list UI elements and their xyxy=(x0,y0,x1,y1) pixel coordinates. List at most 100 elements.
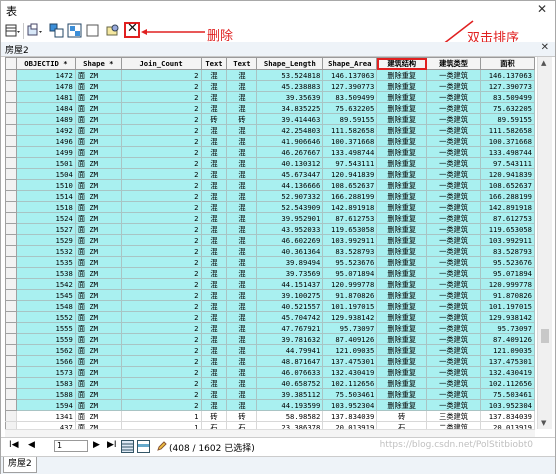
row-selector[interactable] xyxy=(5,245,17,257)
row-selector[interactable] xyxy=(5,234,17,246)
table-row[interactable]: 1555 面 ZM 2 混混 47.767921 95.73097 删除重复 一类建筑 95.7… xyxy=(5,322,535,334)
row-selector[interactable] xyxy=(5,278,17,290)
row-selector[interactable] xyxy=(5,377,17,389)
table-row[interactable]: 1552 面 ZM 2 混混 45.704742 129.938142 删除重复 一类建筑 12… xyxy=(5,311,535,323)
row-selector[interactable] xyxy=(5,190,17,202)
select-by-attributes-icon[interactable] xyxy=(49,23,65,39)
table-row[interactable]: 1510 面 ZM 2 混混 44.136666 108.652637 删除重复 一类建筑 10… xyxy=(5,179,535,191)
table-row[interactable]: 1514 面 ZM 2 混混 52.907332 166.288199 删除重复 一类建筑 16… xyxy=(5,190,535,202)
row-selector[interactable] xyxy=(5,113,17,125)
row-selector[interactable] xyxy=(5,168,17,180)
row-selector[interactable] xyxy=(5,333,17,345)
row-selector[interactable] xyxy=(5,267,17,279)
row-selector[interactable] xyxy=(5,388,17,400)
show-all-records-icon[interactable] xyxy=(121,440,134,453)
row-selector[interactable] xyxy=(5,135,17,147)
delete-selected-button[interactable]: ✕ xyxy=(124,21,140,38)
column-header[interactable]: Shape_Area xyxy=(322,57,378,70)
vertical-scrollbar[interactable]: ▲ ▼ xyxy=(537,57,552,429)
bottom-tab-houses2[interactable]: 房屋2 xyxy=(3,457,37,473)
switch-selection-icon[interactable] xyxy=(67,23,83,39)
table-row[interactable]: 1588 面 ZM 2 混混 39.385112 75.503461 删除重复 一类建筑 75.… xyxy=(5,388,535,400)
column-header[interactable]: Text xyxy=(200,57,228,70)
column-header[interactable]: 面积 xyxy=(479,57,535,70)
table-cell: 2 xyxy=(121,333,202,345)
row-selector[interactable] xyxy=(5,355,17,367)
table-row[interactable]: 1499 面 ZM 2 混混 46.267667 133.498744 删除重复 一类建筑 13… xyxy=(5,146,535,158)
table-row[interactable]: 1529 面 ZM 2 混混 46.602269 103.992911 删除重复 一类建筑 10… xyxy=(5,234,535,246)
row-selector[interactable] xyxy=(5,289,17,301)
table-row[interactable]: 1548 面 ZM 2 混混 40.521557 101.197015 删除重复 一类建筑 10… xyxy=(5,300,535,312)
table-row[interactable]: 1594 面 ZM 2 混混 44.193599 103.952304 删除重复 一类建筑 10… xyxy=(5,399,535,411)
table-row[interactable]: 437 面 ZM 1 石石 23.386378 20.013919 石二类建筑 20.0139… xyxy=(5,421,535,429)
column-header[interactable]: 建筑类型 xyxy=(426,57,481,70)
scroll-down-icon[interactable]: ▼ xyxy=(541,419,546,427)
row-selector[interactable] xyxy=(5,300,17,312)
row-selector[interactable] xyxy=(5,311,17,323)
last-record-icon[interactable]: ▶I xyxy=(107,440,117,453)
row-selector[interactable] xyxy=(5,179,17,191)
table-row[interactable]: 1535 面 ZM 2 混混 39.89494 95.523676 删除重复 一类建筑 95.5… xyxy=(5,256,535,268)
table-row[interactable]: 1566 面 ZM 2 混混 48.871647 137.475301 删除重复 一类建筑 13… xyxy=(5,355,535,367)
row-selector[interactable] xyxy=(5,157,17,169)
table-row[interactable]: 1559 面 ZM 2 混混 39.781632 87.409126 删除重复 一类建筑 87.… xyxy=(5,333,535,345)
column-header[interactable]: 建筑结构 xyxy=(376,57,428,70)
table-row[interactable]: 1562 面 ZM 2 混混 44.79941 121.09035 删除重复 一类建筑 121.… xyxy=(5,344,535,356)
row-selector[interactable] xyxy=(5,344,17,356)
table-row[interactable]: 1518 面 ZM 2 混混 52.543909 142.891918 删除重复 一类建筑 14… xyxy=(5,201,535,213)
row-selector[interactable] xyxy=(5,322,17,334)
table-row[interactable]: 1583 面 ZM 2 混混 40.658752 102.112656 删除重复 一类建筑 10… xyxy=(5,377,535,389)
column-header[interactable]: Shape * xyxy=(74,57,122,70)
table-row[interactable]: 1545 面 ZM 2 混混 39.100275 91.870826 删除重复 一类建筑 91.… xyxy=(5,289,535,301)
close-window-icon[interactable]: ✕ xyxy=(537,2,547,16)
table-row[interactable]: 1573 面 ZM 2 混混 46.076633 132.430419 删除重复 一类建筑 13… xyxy=(5,366,535,378)
row-selector[interactable] xyxy=(5,212,17,224)
row-selector[interactable] xyxy=(5,102,17,114)
table-row[interactable]: 1492 面 ZM 2 混混 42.254803 111.582658 删除重复 一类建筑 11… xyxy=(5,124,535,136)
row-selector[interactable] xyxy=(5,146,17,158)
column-header[interactable]: Shape_Length xyxy=(256,57,324,70)
table-row[interactable]: 1478 面 ZM 2 混混 45.238883 127.390773 删除重复 一类建筑 12… xyxy=(5,80,535,92)
close-tab-icon[interactable]: ✕ xyxy=(541,42,549,53)
scroll-up-icon[interactable]: ▲ xyxy=(541,59,546,67)
table-row[interactable]: 1542 面 ZM 2 混混 44.151437 120.999778 删除重复 一类建筑 12… xyxy=(5,278,535,290)
row-selector[interactable] xyxy=(5,410,17,422)
row-selector[interactable] xyxy=(5,256,17,268)
column-header[interactable]: Join_Count xyxy=(120,57,202,70)
table-row[interactable]: 1524 面 ZM 2 混混 39.952901 87.612753 删除重复 一类建筑 87.… xyxy=(5,212,535,224)
row-selector[interactable] xyxy=(5,80,17,92)
scroll-thumb[interactable] xyxy=(541,329,549,343)
prev-record-icon[interactable]: ◀ xyxy=(28,440,35,453)
zoom-to-selected-icon[interactable] xyxy=(105,23,121,39)
row-selector[interactable] xyxy=(5,366,17,378)
column-header[interactable]: OBJECTID * xyxy=(15,57,76,70)
table-row[interactable]: 1341 面 ZM 1 砖砖 58.98582 137.834039 砖三类建筑 137.83… xyxy=(5,410,535,422)
first-record-icon[interactable]: I◀ xyxy=(9,440,19,453)
table-tab-title[interactable]: 房屋2 xyxy=(5,43,29,56)
table-row[interactable]: 1496 面 ZM 2 混混 41.906646 100.371668 删除重复 一类建筑 10… xyxy=(5,135,535,147)
clear-selection-icon[interactable] xyxy=(85,23,101,39)
row-selector[interactable] xyxy=(5,223,17,235)
table-row[interactable]: 1504 面 ZM 2 混混 45.673447 120.941839 删除重复 一类建筑 12… xyxy=(5,168,535,180)
row-selector[interactable] xyxy=(5,69,17,81)
table-row[interactable]: 1481 面 ZM 2 混混 39.35639 83.509499 删除重复 一类建筑 83.5… xyxy=(5,91,535,103)
row-selector[interactable] xyxy=(5,399,17,411)
related-tables-icon[interactable] xyxy=(27,23,43,39)
table-row[interactable]: 1489 面 ZM 2 砖砖 39.414463 89.59155 删除重复 一类建筑 89.5… xyxy=(5,113,535,125)
table-row[interactable]: 1501 面 ZM 2 混混 40.130312 97.543111 删除重复 一类建筑 97.… xyxy=(5,157,535,169)
row-selector[interactable] xyxy=(5,421,17,429)
table-row[interactable]: 1538 面 ZM 2 混混 39.73569 95.071894 删除重复 一类建筑 95.0… xyxy=(5,267,535,279)
record-number-input[interactable]: 1 xyxy=(54,440,88,452)
table-options-icon[interactable] xyxy=(5,23,21,39)
table-row[interactable]: 1532 面 ZM 2 混混 40.361364 83.528793 删除重复 一类建筑 83.… xyxy=(5,245,535,257)
row-selector[interactable] xyxy=(5,124,17,136)
table-row[interactable]: 1527 面 ZM 2 混混 43.952033 119.653058 删除重复 一类建筑 11… xyxy=(5,223,535,235)
show-selected-records-icon[interactable] xyxy=(137,440,150,453)
table-row[interactable]: 1472 面 ZM 2 混混 53.524818 146.137063 删除重复 一类建筑 14… xyxy=(5,69,535,81)
row-selector[interactable] xyxy=(5,91,17,103)
column-header[interactable]: Text xyxy=(226,57,258,70)
column-header[interactable] xyxy=(5,57,17,70)
next-record-icon[interactable]: ▶ xyxy=(93,440,100,453)
row-selector[interactable] xyxy=(5,201,17,213)
table-row[interactable]: 1484 面 ZM 2 混混 34.835225 75.632205 删除重复 一类建筑 75.… xyxy=(5,102,535,114)
